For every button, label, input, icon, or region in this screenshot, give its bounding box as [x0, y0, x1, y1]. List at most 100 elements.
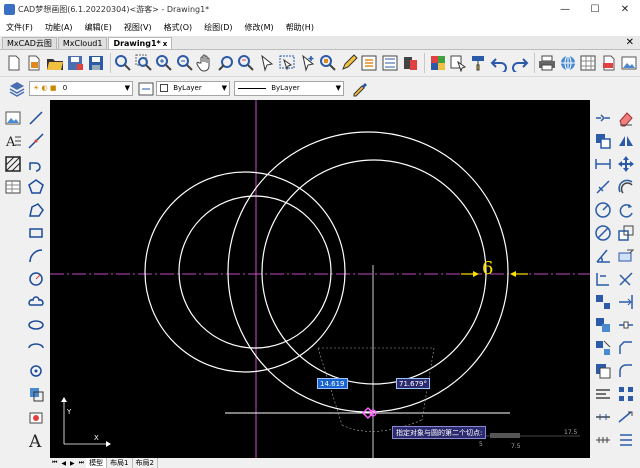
menu-view[interactable]: 视图(V)	[118, 22, 158, 33]
layer-color-icon[interactable]	[428, 52, 448, 74]
arc-tool-icon[interactable]	[26, 246, 46, 266]
close-all-tabs-icon[interactable]: ✕	[626, 37, 634, 48]
maximize-button[interactable]: ☐	[580, 0, 610, 19]
angular-dimension-icon[interactable]	[593, 246, 613, 266]
measure-pen-icon[interactable]	[339, 52, 359, 74]
menu-format[interactable]: 格式(O)	[158, 22, 199, 33]
grid-settings-icon[interactable]	[579, 52, 599, 74]
copy-tool-icon[interactable]	[593, 131, 613, 151]
radius-dimension-icon[interactable]	[593, 200, 613, 220]
tab-drawing1[interactable]: Drawing1* x	[108, 37, 173, 50]
prev-layout-icon[interactable]: ◀	[61, 460, 66, 467]
paint-brush-icon[interactable]	[348, 78, 370, 100]
point-tool-icon[interactable]	[26, 361, 46, 381]
zoom-in-icon[interactable]	[155, 52, 175, 74]
last-layout-icon[interactable]: ⏭	[79, 459, 84, 467]
construction-line-icon[interactable]	[26, 131, 46, 151]
tool-palette-icon[interactable]	[401, 52, 421, 74]
linetype-select[interactable]: ByLayer ▼	[234, 81, 344, 96]
move-tool-icon[interactable]	[616, 154, 636, 174]
print-icon[interactable]	[538, 52, 558, 74]
menu-draw[interactable]: 绘图(D)	[198, 22, 238, 33]
explode-tool-icon[interactable]	[593, 292, 613, 312]
select-icon[interactable]	[257, 52, 277, 74]
hatch-tool-icon[interactable]	[3, 154, 23, 174]
select-plus-icon[interactable]	[298, 52, 318, 74]
length-input[interactable]: 14.619	[317, 378, 348, 389]
tab-mxcloud1[interactable]: MxCloud1	[57, 37, 108, 49]
make-block-icon[interactable]	[26, 407, 46, 427]
mirror-tool-icon[interactable]	[616, 131, 636, 151]
export-pdf-icon[interactable]	[599, 52, 619, 74]
layer-manager-icon[interactable]	[6, 78, 28, 100]
mtext-tool-icon[interactable]: A	[3, 131, 23, 151]
tab-mxcad-cloud[interactable]: MxCAD云图	[2, 37, 57, 49]
insert-image-icon[interactable]	[3, 108, 23, 128]
erase-tool-icon[interactable]	[616, 108, 636, 128]
scale-tool-icon[interactable]	[616, 223, 636, 243]
open-file-icon[interactable]	[45, 52, 65, 74]
irregular-polygon-icon[interactable]	[26, 200, 46, 220]
divide-tool-icon[interactable]	[593, 407, 613, 427]
zoom-extents-icon[interactable]	[113, 52, 133, 74]
drawing-canvas[interactable]: 6 X Y 17.5 5 7.5 14.619 71.679° 指定对象与圆的第…	[50, 100, 590, 458]
revision-cloud-icon[interactable]	[26, 292, 46, 312]
new-file-icon[interactable]	[4, 52, 24, 74]
angle-input[interactable]: 71.679°	[396, 378, 430, 389]
stretch-tool-icon[interactable]	[616, 246, 636, 266]
zoom-previous-icon[interactable]	[216, 52, 236, 74]
save-as-icon[interactable]	[66, 52, 86, 74]
web-icon[interactable]	[558, 52, 578, 74]
zoom-realtime-icon[interactable]	[237, 52, 257, 74]
close-button[interactable]: ✕	[610, 0, 640, 19]
join-tool-icon[interactable]	[593, 108, 613, 128]
next-layout-icon[interactable]: ▶	[70, 460, 75, 467]
lengthen-tool-icon[interactable]	[616, 407, 636, 427]
redo-icon[interactable]	[510, 52, 530, 74]
ungroup-tool-icon[interactable]	[593, 338, 613, 358]
draworder-tool-icon[interactable]	[593, 361, 613, 381]
diameter-dimension-icon[interactable]	[593, 223, 613, 243]
menu-modify[interactable]: 修改(M)	[239, 22, 280, 33]
rectangle-tool-icon[interactable]	[26, 223, 46, 243]
save-icon[interactable]	[86, 52, 106, 74]
measure-tool-icon[interactable]	[593, 430, 613, 450]
array-tool-icon[interactable]	[616, 384, 636, 404]
layer-select[interactable]: ☀ ◐ ■ 0 ▼	[29, 81, 133, 96]
properties-icon[interactable]	[380, 52, 400, 74]
menu-edit[interactable]: 编辑(E)	[79, 22, 118, 33]
layer-previous-icon[interactable]	[137, 78, 155, 100]
overkill-tool-icon[interactable]	[616, 430, 636, 450]
text-style-icon[interactable]	[360, 52, 380, 74]
fillet-tool-icon[interactable]	[616, 361, 636, 381]
layout-tab-layout1[interactable]: 布局1	[107, 458, 133, 468]
circle-tool-icon[interactable]	[26, 269, 46, 289]
ordinate-dimension-icon[interactable]	[593, 269, 613, 289]
rotate-tool-icon[interactable]	[616, 200, 636, 220]
single-text-icon[interactable]: A	[26, 430, 46, 450]
undo-icon[interactable]	[490, 52, 510, 74]
minimize-button[interactable]: —	[550, 0, 580, 19]
trim-tool-icon[interactable]	[616, 269, 636, 289]
select-window-icon[interactable]	[278, 52, 298, 74]
new-template-icon[interactable]	[25, 52, 45, 74]
align-tool-icon[interactable]	[593, 384, 613, 404]
group-tool-icon[interactable]	[593, 315, 613, 335]
aligned-dimension-icon[interactable]	[593, 177, 613, 197]
break-tool-icon[interactable]	[616, 315, 636, 335]
extend-tool-icon[interactable]	[616, 292, 636, 312]
first-layout-icon[interactable]: ⏮	[52, 459, 57, 467]
match-properties-icon[interactable]	[449, 52, 469, 74]
tab-close-icon[interactable]: x	[163, 38, 168, 50]
table-tool-icon[interactable]	[3, 177, 23, 197]
ellipse-tool-icon[interactable]	[26, 315, 46, 335]
pan-hand-icon[interactable]	[196, 52, 216, 74]
layout-tab-model[interactable]: 模型	[86, 458, 108, 468]
line-tool-icon[interactable]	[26, 108, 46, 128]
zoom-object-icon[interactable]	[319, 52, 339, 74]
export-image-icon[interactable]	[620, 52, 640, 74]
offset-tool-icon[interactable]	[616, 177, 636, 197]
format-painter-icon[interactable]	[469, 52, 489, 74]
polygon-tool-icon[interactable]	[26, 177, 46, 197]
menu-file[interactable]: 文件(F)	[0, 22, 39, 33]
